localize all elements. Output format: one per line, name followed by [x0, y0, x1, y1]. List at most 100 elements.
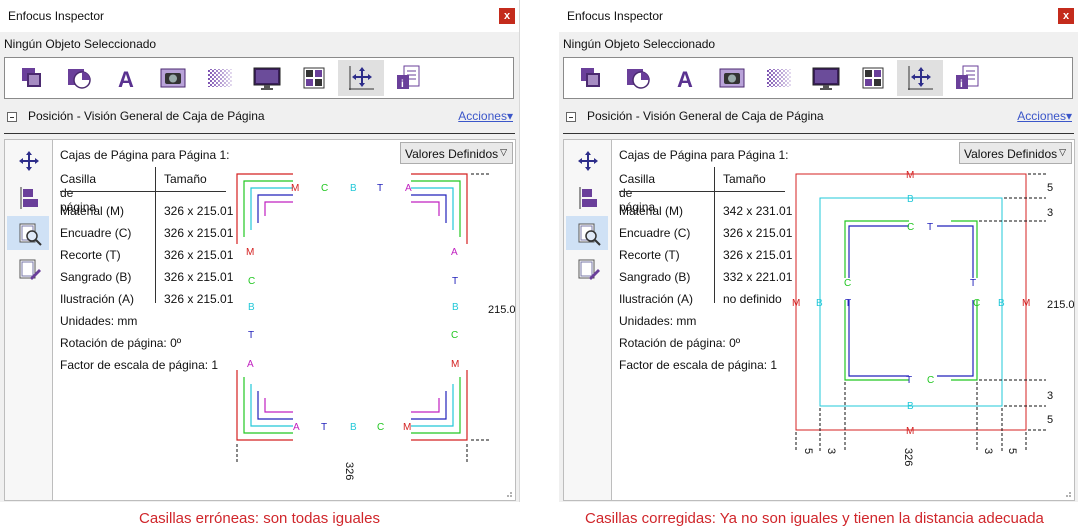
- box-letter-b: B: [816, 298, 823, 309]
- text-icon[interactable]: A: [662, 60, 708, 96]
- title-bar: Enfocus Inspector x: [559, 0, 1078, 32]
- info-document-icon[interactable]: i: [944, 60, 990, 96]
- position-icon[interactable]: [338, 60, 384, 96]
- position-icon[interactable]: [897, 60, 943, 96]
- margin-label-material: 5: [1047, 414, 1053, 426]
- collapse-toggle-icon[interactable]: [566, 112, 576, 122]
- box-letter-c: C: [907, 222, 914, 233]
- box-letter-a: A: [293, 422, 300, 433]
- box-letter-c: C: [451, 330, 458, 341]
- box-letter-c: C: [927, 375, 934, 386]
- box-letter-a: A: [405, 183, 412, 194]
- divider: [563, 133, 1074, 134]
- inspector-panel-left: Enfocus Inspector x Ningún Objeto Selecc…: [0, 0, 520, 502]
- close-button[interactable]: x: [499, 8, 515, 24]
- actions-label: Acciones: [458, 109, 507, 123]
- shape-icon[interactable]: [56, 60, 102, 96]
- box-letter-t: T: [321, 422, 327, 433]
- section-header: Posición - Visión General de Caja de Pág…: [0, 107, 519, 129]
- box-letter-b: B: [350, 422, 357, 433]
- transparency-icon[interactable]: [197, 60, 243, 96]
- box-letter-b: B: [907, 401, 914, 412]
- window-title: Enfocus Inspector: [567, 9, 664, 23]
- section-title: Posición - Visión General de Caja de Pág…: [587, 109, 824, 123]
- width-dimension: 326: [343, 462, 355, 480]
- box-letter-b: B: [350, 183, 357, 194]
- box-letter-a: A: [451, 247, 458, 258]
- corner-marks-top-right: [411, 173, 468, 244]
- actions-label: Acciones: [1017, 109, 1066, 123]
- box-letter-m: M: [1022, 298, 1030, 309]
- display-icon[interactable]: [244, 60, 290, 96]
- image-icon[interactable]: [150, 60, 196, 96]
- corner-marks-bottom-right: [411, 370, 468, 441]
- color-grid-icon[interactable]: [291, 60, 337, 96]
- margin-label-bleed: 3: [825, 448, 837, 454]
- box-letter-c: C: [321, 183, 328, 194]
- selection-status: Ningún Objeto Seleccionado: [563, 37, 716, 51]
- resize-grip-icon[interactable]: [505, 490, 513, 498]
- color-grid-icon[interactable]: [850, 60, 896, 96]
- margin-label-material: 5: [802, 448, 814, 454]
- box-letter-t: T: [248, 330, 254, 341]
- shape-icon[interactable]: [615, 60, 661, 96]
- material-box: [795, 173, 1027, 431]
- window-title: Enfocus Inspector: [8, 9, 105, 23]
- inspector-toolbar: A i: [4, 57, 514, 99]
- box-letter-b: B: [907, 194, 914, 205]
- corner-marks-bottom-left: [236, 370, 293, 441]
- display-icon[interactable]: [803, 60, 849, 96]
- box-letter-t: T: [970, 278, 976, 289]
- box-letter-m: M: [451, 359, 459, 370]
- corner-marks-top-left: [236, 173, 293, 244]
- page-box-overview: Cajas de Página para Página 1: Valores D…: [563, 139, 1075, 501]
- caption-corrected: Casillas corregidas: Ya no son iguales y…: [585, 510, 1044, 527]
- title-bar: Enfocus Inspector x: [0, 0, 519, 32]
- box-letter-m: M: [291, 183, 299, 194]
- section-header: Posición - Visión General de Caja de Pág…: [559, 107, 1078, 129]
- inspector-panel-right: Enfocus Inspector x Ningún Objeto Selecc…: [559, 0, 1078, 502]
- info-document-icon[interactable]: i: [385, 60, 431, 96]
- margin-label-bleed: 3: [1047, 207, 1053, 219]
- object-icon[interactable]: [568, 60, 614, 96]
- box-letter-m: M: [906, 426, 914, 437]
- close-button[interactable]: x: [1058, 8, 1074, 24]
- width-dimension: 326: [902, 448, 914, 466]
- page-box-diagram: M B C T C T M B T C B M T C B M 5 3 3 5 …: [792, 170, 1075, 466]
- dropdown-arrow-icon: ▾: [506, 109, 513, 123]
- selection-status: Ningún Objeto Seleccionado: [4, 37, 157, 51]
- text-icon[interactable]: A: [103, 60, 149, 96]
- box-letter-c: C: [377, 422, 384, 433]
- dropdown-arrow-icon: ▾: [1065, 109, 1072, 123]
- svg-text:i: i: [401, 79, 404, 90]
- image-icon[interactable]: [709, 60, 755, 96]
- height-dimension: 215.0: [488, 304, 516, 316]
- box-letter-t: T: [927, 222, 933, 233]
- svg-text:A: A: [677, 67, 693, 92]
- resize-grip-icon[interactable]: [1064, 490, 1072, 498]
- box-letter-t: T: [377, 183, 383, 194]
- box-letter-b: B: [998, 298, 1005, 309]
- margin-label-material: 5: [1006, 448, 1018, 454]
- box-letter-m: M: [403, 422, 411, 433]
- box-letter-t: T: [906, 375, 912, 386]
- box-letter-m: M: [246, 247, 254, 258]
- divider: [4, 133, 515, 134]
- trim-box-corners: [848, 225, 974, 377]
- caption-wrong: Casillas erróneas: son todas iguales: [139, 510, 380, 527]
- height-dimension: 215.0: [1047, 299, 1075, 311]
- box-letter-m: M: [906, 170, 914, 181]
- actions-menu[interactable]: Acciones▾: [458, 109, 513, 123]
- actions-menu[interactable]: Acciones▾: [1017, 109, 1072, 123]
- margin-label-bleed: 3: [982, 448, 994, 454]
- dimension-lines: [795, 173, 1046, 452]
- collapse-toggle-icon[interactable]: [7, 112, 17, 122]
- box-letter-c: C: [844, 278, 851, 289]
- margin-label-bleed: 3: [1047, 390, 1053, 402]
- transparency-icon[interactable]: [756, 60, 802, 96]
- box-letter-b: B: [248, 302, 255, 313]
- box-letter-b: B: [452, 302, 459, 313]
- svg-text:i: i: [960, 79, 963, 90]
- object-icon[interactable]: [9, 60, 55, 96]
- box-letter-t: T: [452, 276, 458, 287]
